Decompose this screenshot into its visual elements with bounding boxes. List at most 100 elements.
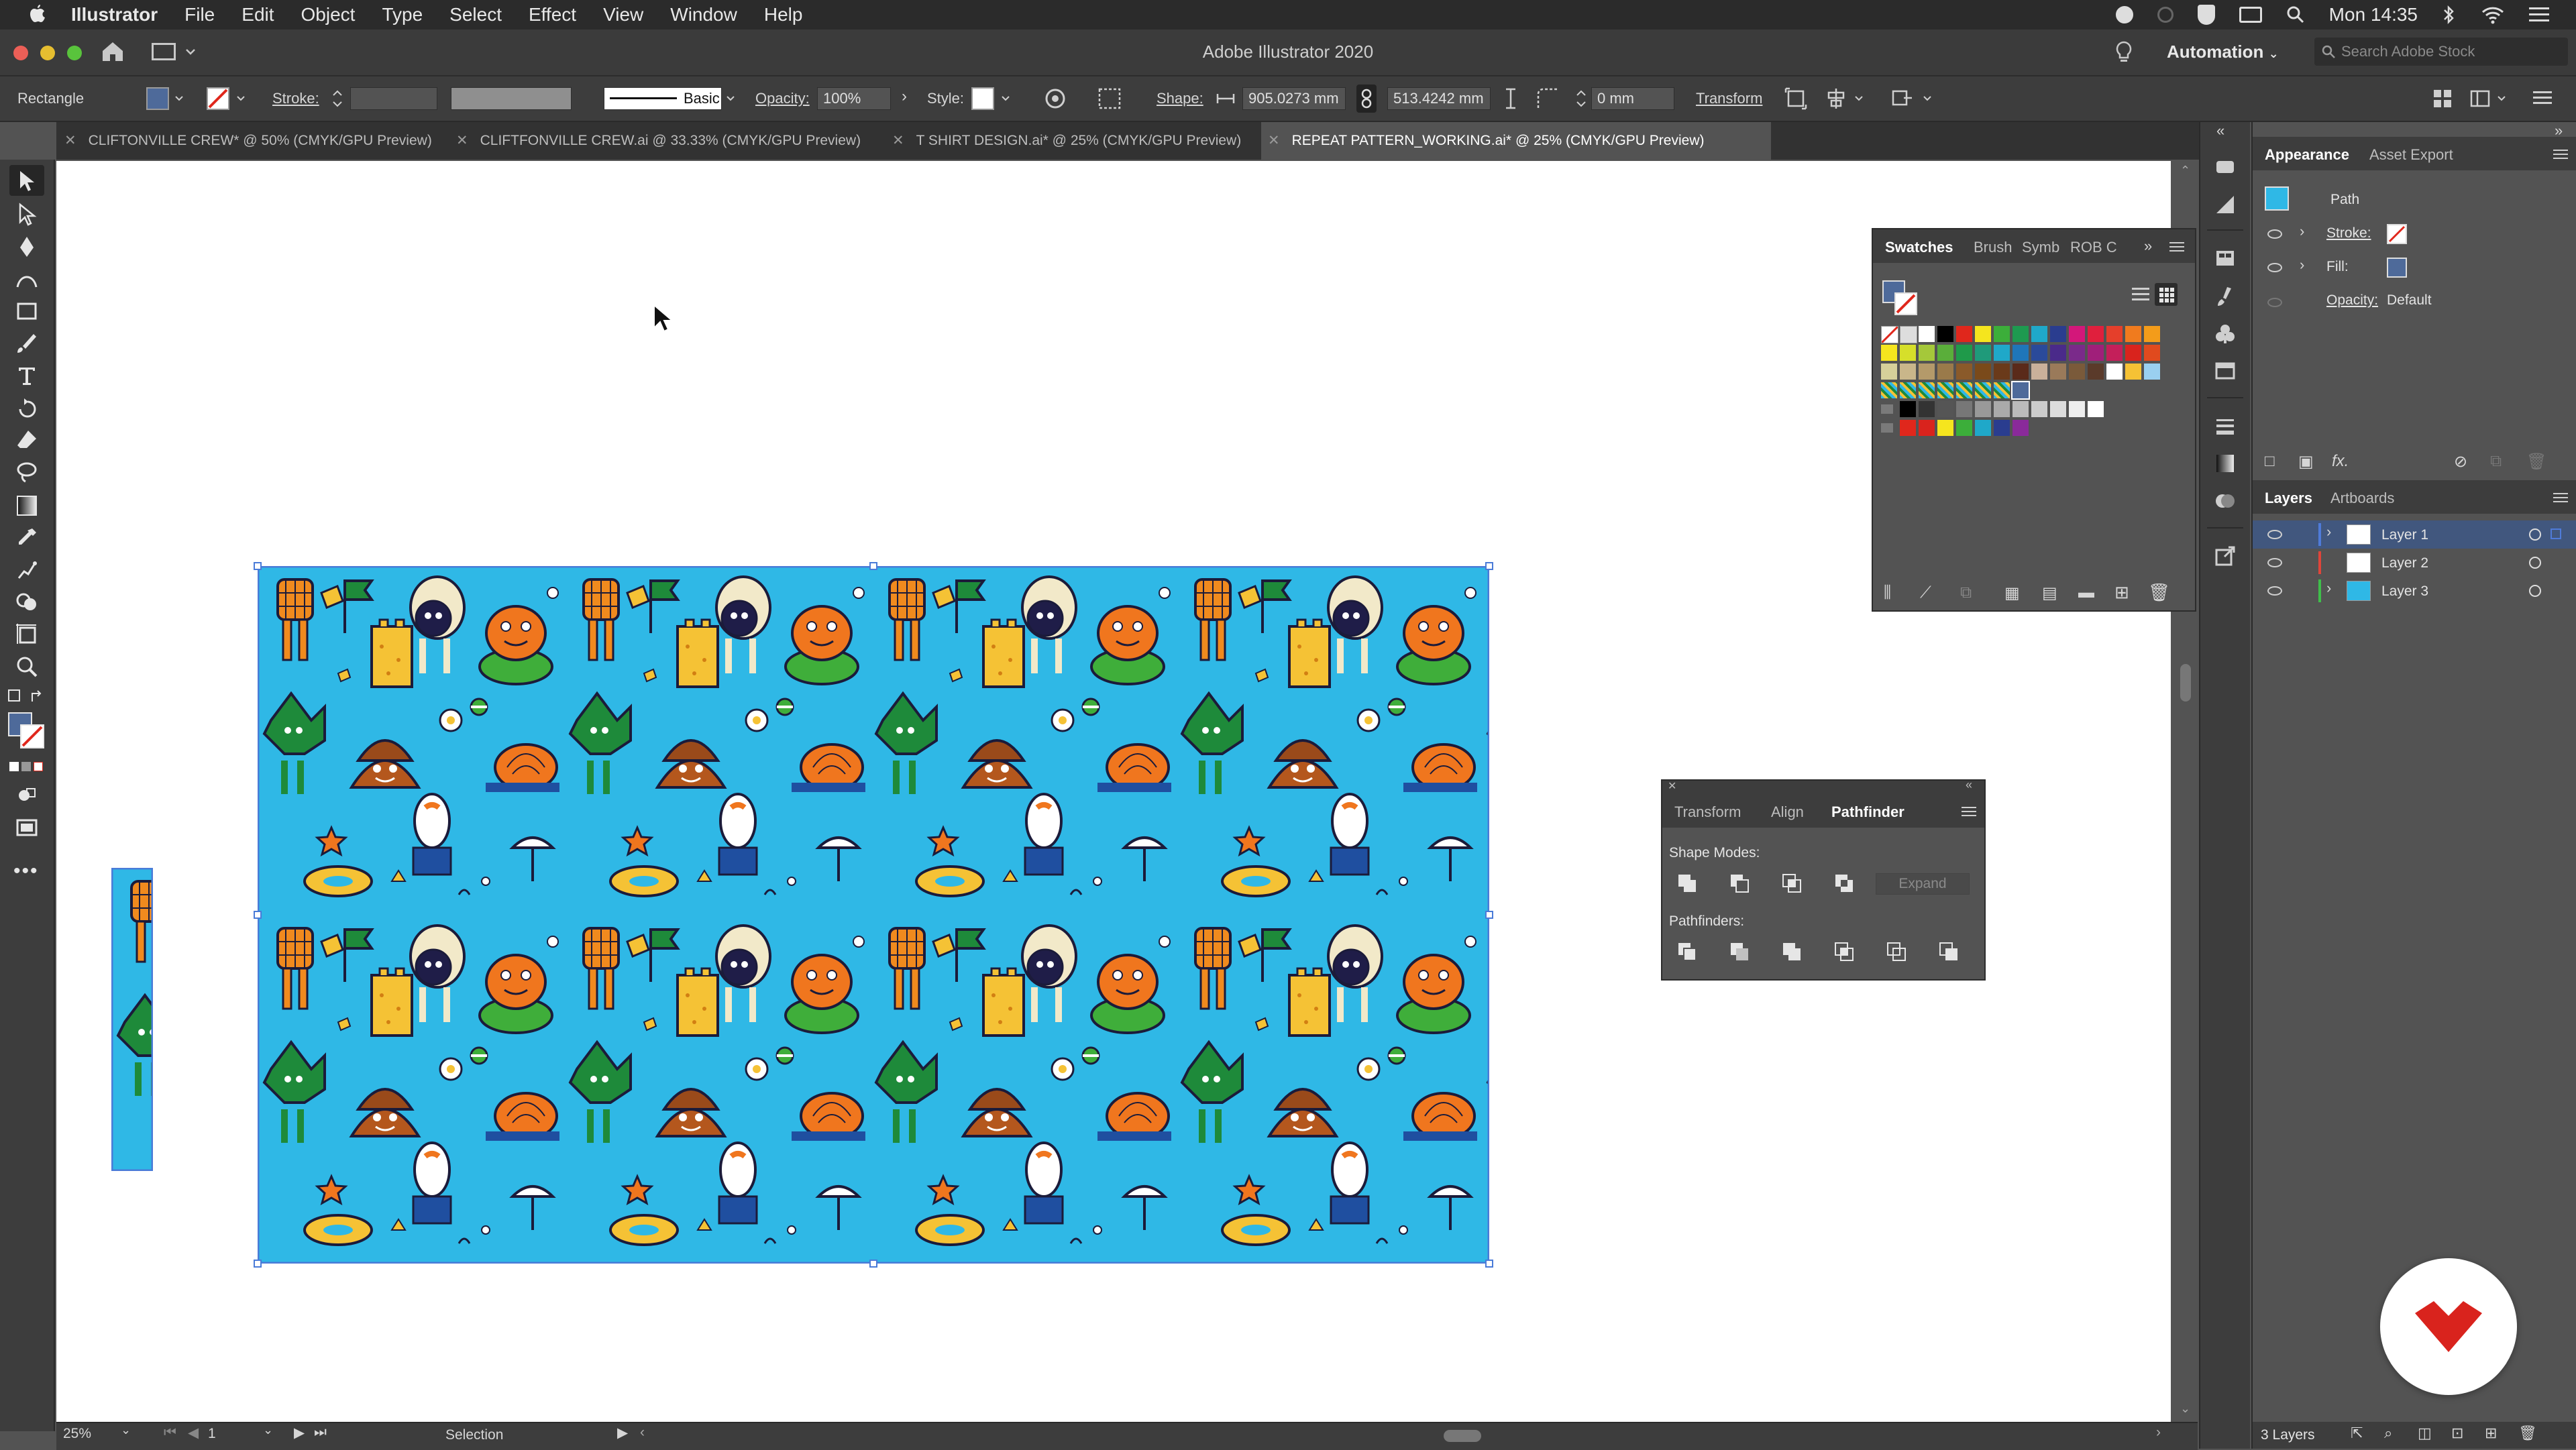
swatch-cell[interactable] xyxy=(1975,364,1991,380)
apple-icon[interactable] xyxy=(27,3,47,26)
swatch-cell[interactable] xyxy=(1919,420,1935,436)
direct-selection-tool-icon[interactable] xyxy=(15,203,39,227)
swatch-cell[interactable] xyxy=(2012,364,2029,380)
crop-icon[interactable] xyxy=(1834,942,1854,962)
expand-button[interactable]: Expand xyxy=(1876,873,1970,895)
curvature-tool-icon[interactable] xyxy=(15,267,39,291)
chevron-down-icon[interactable]: ⌄ xyxy=(263,1423,273,1437)
selection-handle-middle-left[interactable] xyxy=(254,911,262,919)
shape-builder-tool-icon[interactable] xyxy=(15,590,39,614)
layer-row-3[interactable]: › Layer 3 xyxy=(2253,577,2576,605)
add-stroke-icon[interactable]: □ xyxy=(2265,452,2275,471)
swatch-cell[interactable] xyxy=(1975,326,1991,342)
create-sublayer-icon[interactable]: ⊡ xyxy=(2451,1425,2463,1442)
swatch-cell[interactable] xyxy=(1900,326,1917,343)
tab-asset-export[interactable]: Asset Export xyxy=(2369,146,2453,164)
swatch-cell[interactable] xyxy=(2050,345,2066,361)
minus-back-icon[interactable] xyxy=(1939,942,1959,962)
swatch-cell[interactable] xyxy=(1975,420,1991,436)
swatch-cell[interactable] xyxy=(1956,364,1972,380)
expand-arrow-icon[interactable]: › xyxy=(2300,223,2304,240)
selection-handle-top-right[interactable] xyxy=(1485,562,1493,570)
swatch-cell[interactable] xyxy=(2088,401,2104,417)
swatch-cell[interactable] xyxy=(1919,345,1935,361)
corner-radius-field[interactable]: 0 mm xyxy=(1591,87,1674,110)
panel-menu-icon[interactable] xyxy=(2553,149,2568,160)
first-artboard-icon[interactable]: ⏮ xyxy=(164,1425,176,1441)
swatch-cell[interactable] xyxy=(1881,345,1897,361)
create-layer-icon[interactable]: ⊞ xyxy=(2485,1425,2497,1442)
swatch-cell[interactable] xyxy=(2125,345,2141,361)
tab-artboards[interactable]: Artboards xyxy=(2330,490,2394,507)
artboard-number-field[interactable]: 1 ⌄ xyxy=(208,1423,275,1446)
swatch-cell[interactable] xyxy=(1956,401,1972,417)
transform-box-icon[interactable] xyxy=(1784,87,1807,110)
list-view-icon[interactable] xyxy=(2132,286,2149,303)
clear-appearance-icon[interactable]: ⊘ xyxy=(2454,452,2467,471)
graphic-style-swatch[interactable] xyxy=(971,87,994,110)
stroke-color-swatch[interactable] xyxy=(20,724,44,748)
swatch-cell[interactable] xyxy=(1994,364,2010,380)
gradient-tool-icon[interactable] xyxy=(15,494,39,518)
scroll-up-arrow-icon[interactable]: ⌃ xyxy=(2180,164,2190,178)
menu-effect[interactable]: Effect xyxy=(529,4,576,25)
last-artboard-icon[interactable]: ⏭ xyxy=(314,1425,327,1441)
color-mode-icon[interactable] xyxy=(9,762,19,771)
selection-handle-top-center[interactable] xyxy=(869,562,877,570)
folder-icon[interactable]: ▬ xyxy=(2078,583,2094,602)
pen-tool-icon[interactable] xyxy=(15,235,39,259)
swatch-cell[interactable] xyxy=(2069,401,2085,417)
swatch-cell[interactable] xyxy=(1994,420,2010,436)
next-artboard-icon[interactable]: ▶ xyxy=(294,1425,305,1441)
appearance-stroke-swatch[interactable] xyxy=(2387,224,2407,244)
pattern-tile-preview[interactable] xyxy=(111,868,153,1171)
swatch-cell[interactable] xyxy=(1956,345,1972,361)
scroll-right-arrow-icon[interactable]: › xyxy=(2156,1425,2161,1441)
chevron-down-icon[interactable] xyxy=(174,95,184,102)
tab-brushes[interactable]: Brush xyxy=(1974,239,2012,256)
panel-menu-icon[interactable] xyxy=(2169,241,2184,252)
stroke-indicator[interactable] xyxy=(1894,292,1917,315)
tab-pathfinder[interactable]: Pathfinder xyxy=(1831,803,1904,821)
close-tab-icon[interactable]: ✕ xyxy=(64,133,76,148)
tab-rob-c[interactable]: ROB C xyxy=(2070,239,2117,256)
unite-icon[interactable] xyxy=(1677,873,1697,893)
opacity-field[interactable]: 100% xyxy=(817,87,891,110)
gradient-mode-icon[interactable] xyxy=(21,762,31,771)
swatch-kind-icon[interactable]: ⟋ xyxy=(1920,583,1931,602)
swatch-cell[interactable] xyxy=(1919,326,1935,342)
swatch-cell[interactable] xyxy=(1881,382,1897,398)
menu-select[interactable]: Select xyxy=(449,4,502,25)
swatch-cell[interactable] xyxy=(2012,401,2029,417)
document-tab-4[interactable]: ✕ REPEAT PATTERN_WORKING.ai* @ 25% (CMYK/… xyxy=(1261,122,1771,160)
menu-edit[interactable]: Edit xyxy=(241,4,274,25)
paintbrush-tool-icon[interactable] xyxy=(15,331,39,355)
menu-app-name[interactable]: Illustrator xyxy=(71,4,158,25)
wifi-icon[interactable] xyxy=(2481,5,2505,24)
search-icon[interactable] xyxy=(2286,5,2305,24)
chevron-right-icon[interactable]: › xyxy=(902,87,907,106)
document-tab-2[interactable]: ✕ CLIFTFONVILLE CREW.ai @ 33.33% (CMYK/GP… xyxy=(456,122,892,160)
tab-layers[interactable]: Layers xyxy=(2265,490,2312,507)
more-tools-icon[interactable]: ••• xyxy=(13,860,39,883)
swatch-cell[interactable] xyxy=(1975,345,1991,361)
swatch-libraries-icon[interactable]: ⫼ xyxy=(1884,583,1891,602)
scroll-left-arrow-icon[interactable]: ‹ xyxy=(640,1425,645,1441)
screen-mirror-icon[interactable] xyxy=(2239,7,2262,23)
expand-arrow-icon[interactable]: › xyxy=(2300,256,2304,274)
collapse-panel-icon[interactable]: « xyxy=(1966,778,1972,792)
vertical-scroll-thumb[interactable] xyxy=(2180,664,2191,702)
tab-appearance[interactable]: Appearance xyxy=(2265,146,2349,164)
add-effect-icon[interactable]: fx. xyxy=(2332,452,2349,471)
panel-menu-icon[interactable] xyxy=(1962,806,1976,817)
menu-object[interactable]: Object xyxy=(301,4,356,25)
document-tab-3[interactable]: ✕ T SHIRT DESIGN.ai* @ 25% (CMYK/GPU Prev… xyxy=(892,122,1268,160)
stroke-weight-field[interactable] xyxy=(350,87,437,110)
stock-search-field[interactable]: Search Adobe Stock xyxy=(2314,38,2568,66)
eyedropper-tool-icon[interactable] xyxy=(15,526,39,550)
swatch-cell[interactable] xyxy=(1937,401,1953,417)
transform-button[interactable]: Transform xyxy=(1696,90,1762,107)
swatch-cell[interactable] xyxy=(1994,382,2010,398)
opacity-label[interactable]: Opacity: xyxy=(755,90,810,107)
swatch-cell[interactable] xyxy=(1881,423,1893,433)
